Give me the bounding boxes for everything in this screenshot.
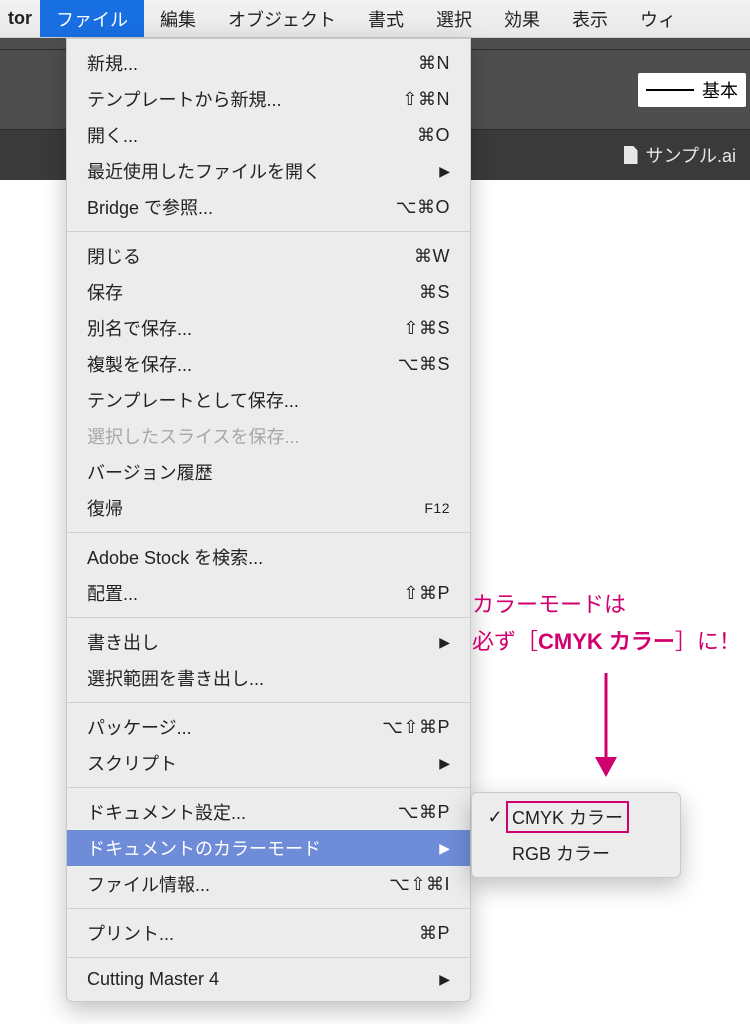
submenu-arrow-icon: ▶	[439, 971, 450, 988]
shortcut: ⌥⌘O	[396, 197, 450, 218]
shortcut: F12	[424, 500, 450, 516]
menu-export[interactable]: 書き出し▶	[67, 624, 470, 660]
shortcut: ⌘N	[418, 53, 450, 74]
submenu-arrow-icon: ▶	[439, 163, 450, 180]
menu-scripts[interactable]: スクリプト▶	[67, 745, 470, 781]
document-name: サンプル.ai	[646, 142, 736, 168]
stroke-line-icon	[646, 89, 694, 91]
shortcut: ⌥⇧⌘I	[389, 874, 450, 895]
menu-version-history[interactable]: バージョン履歴	[67, 454, 470, 490]
submenu-cmyk-label: CMYK カラー	[506, 801, 629, 833]
shortcut: ⌘P	[419, 923, 450, 944]
menu-edit[interactable]: 編集	[144, 0, 212, 37]
menu-document-setup[interactable]: ドキュメント設定...⌥⌘P	[67, 794, 470, 830]
menu-save-as[interactable]: 別名で保存...⇧⌘S	[67, 310, 470, 346]
menu-close[interactable]: 閉じる⌘W	[67, 238, 470, 274]
arrow-down-icon	[586, 669, 626, 779]
menu-window[interactable]: ウィ	[624, 0, 692, 37]
stroke-preset[interactable]: 基本	[638, 73, 746, 107]
menu-bar: tor ファイル 編集 オブジェクト 書式 選択 効果 表示 ウィ	[0, 0, 750, 38]
menu-separator	[67, 908, 470, 909]
menu-export-selection[interactable]: 選択範囲を書き出し...	[67, 660, 470, 696]
menu-separator	[67, 787, 470, 788]
menu-cutting-master[interactable]: Cutting Master 4▶	[67, 964, 470, 995]
menu-separator	[67, 617, 470, 618]
file-icon	[624, 146, 638, 164]
menu-separator	[67, 532, 470, 533]
menu-revert[interactable]: 復帰F12	[67, 490, 470, 526]
file-menu-dropdown: 新規...⌘N テンプレートから新規...⇧⌘N 開く...⌘O 最近使用したフ…	[66, 38, 471, 1002]
shortcut: ⌥⌘S	[398, 354, 450, 375]
annotation-callout: カラーモードは 必ず［CMYK カラー］に！	[472, 586, 741, 779]
document-tab[interactable]: サンプル.ai	[614, 130, 746, 180]
submenu-rgb-label: RGB カラー	[512, 840, 610, 866]
color-mode-submenu: ✓ CMYK カラー RGB カラー	[471, 792, 681, 878]
menu-place[interactable]: 配置...⇧⌘P	[67, 575, 470, 611]
menu-object[interactable]: オブジェクト	[212, 0, 352, 37]
checkmark-icon: ✓	[486, 807, 504, 828]
shortcut: ⌘S	[419, 282, 450, 303]
menu-separator	[67, 702, 470, 703]
menu-type[interactable]: 書式	[352, 0, 420, 37]
menu-view[interactable]: 表示	[556, 0, 624, 37]
menu-open-recent[interactable]: 最近使用したファイルを開く▶	[67, 153, 470, 189]
submenu-cmyk[interactable]: ✓ CMYK カラー	[472, 799, 680, 835]
menu-document-color-mode[interactable]: ドキュメントのカラーモード▶	[67, 830, 470, 866]
menu-select[interactable]: 選択	[420, 0, 488, 37]
submenu-arrow-icon: ▶	[439, 634, 450, 651]
shortcut: ⇧⌘N	[402, 89, 450, 110]
menu-new[interactable]: 新規...⌘N	[67, 45, 470, 81]
menu-separator	[67, 231, 470, 232]
menu-package[interactable]: パッケージ...⌥⇧⌘P	[67, 709, 470, 745]
stroke-label: 基本	[702, 77, 738, 103]
shortcut: ⌘O	[417, 125, 450, 146]
menu-save-as-template[interactable]: テンプレートとして保存...	[67, 382, 470, 418]
menu-search-adobe-stock[interactable]: Adobe Stock を検索...	[67, 539, 470, 575]
menu-save-selected-slices: 選択したスライスを保存...	[67, 418, 470, 454]
annotation-line1: カラーモードは	[472, 586, 741, 623]
shortcut: ⌘W	[414, 246, 450, 267]
menu-file-info[interactable]: ファイル情報...⌥⇧⌘I	[67, 866, 470, 902]
menu-save[interactable]: 保存⌘S	[67, 274, 470, 310]
menu-effect[interactable]: 効果	[488, 0, 556, 37]
submenu-rgb[interactable]: RGB カラー	[472, 835, 680, 871]
shortcut: ⇧⌘P	[403, 583, 450, 604]
shortcut: ⌥⌘P	[398, 802, 450, 823]
menu-separator	[67, 957, 470, 958]
menu-file[interactable]: ファイル	[40, 0, 144, 37]
menu-new-from-template[interactable]: テンプレートから新規...⇧⌘N	[67, 81, 470, 117]
shortcut: ⌥⇧⌘P	[382, 717, 450, 738]
app-name-fragment: tor	[0, 0, 40, 37]
menu-browse-bridge[interactable]: Bridge で参照...⌥⌘O	[67, 189, 470, 225]
menu-print[interactable]: プリント...⌘P	[67, 915, 470, 951]
menu-save-copy[interactable]: 複製を保存...⌥⌘S	[67, 346, 470, 382]
annotation-line2: 必ず［CMYK カラー］に！	[472, 623, 741, 660]
submenu-arrow-icon: ▶	[439, 755, 450, 772]
menu-open[interactable]: 開く...⌘O	[67, 117, 470, 153]
shortcut: ⇧⌘S	[403, 318, 450, 339]
submenu-arrow-icon: ▶	[439, 840, 450, 857]
